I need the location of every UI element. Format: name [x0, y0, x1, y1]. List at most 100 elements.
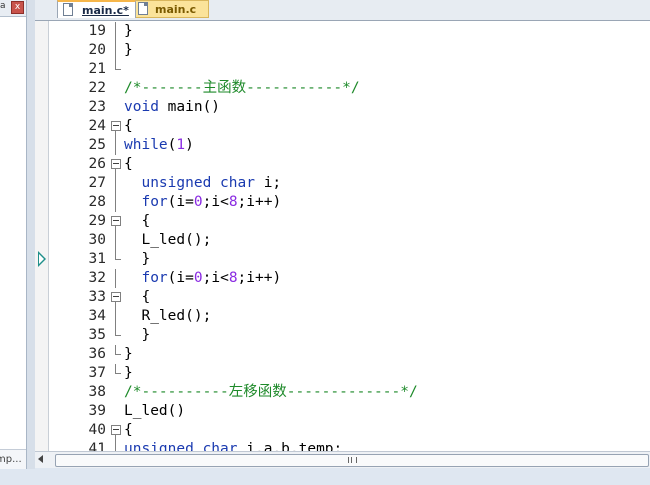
- code-line[interactable]: 32 for(i=0;i<8;i++): [49, 269, 649, 288]
- fold-margin: [111, 22, 121, 41]
- number-token: 0: [193, 194, 203, 210]
- code-line[interactable]: 23 void main(): [49, 98, 649, 117]
- tab-main-c[interactable]: main.c: [132, 0, 209, 18]
- fold-toggle-icon[interactable]: [111, 159, 121, 169]
- code-line[interactable]: 19}: [49, 22, 649, 41]
- fold-toggle-icon[interactable]: [111, 292, 121, 302]
- scrollbar-thumb[interactable]: [55, 454, 649, 467]
- code-line[interactable]: 29 {: [49, 212, 649, 231]
- fold-margin: [111, 98, 121, 117]
- code-editor[interactable]: 19} 20} 21 22/*-------主函数-----------*/23 voi…: [35, 21, 650, 451]
- keyword-token: for: [141, 270, 168, 286]
- code-line[interactable]: 22 /*-------主函数-----------*/: [49, 79, 649, 98]
- line-number: 30: [88, 232, 106, 248]
- code-text: L_led(): [124, 402, 185, 421]
- code-token: i;: [254, 175, 282, 191]
- code-line[interactable]: 38 /*----------左移函数-------------*/: [49, 383, 649, 402]
- code-line[interactable]: 25 while(1): [49, 136, 649, 155]
- code-token: L_led(): [124, 403, 186, 419]
- keyword-token: while: [124, 137, 168, 153]
- fold-margin[interactable]: [111, 212, 121, 231]
- code-token: {: [124, 422, 133, 438]
- code-line[interactable]: 40 {: [49, 421, 649, 440]
- line-number: 33: [88, 289, 106, 305]
- line-number: 20: [88, 42, 106, 58]
- scroll-grip-icon: [348, 457, 357, 463]
- code-line[interactable]: 33 {: [49, 288, 649, 307]
- project-panel-tab[interactable]: mp...: [0, 449, 26, 470]
- code-line[interactable]: 26 {: [49, 155, 649, 174]
- line-number: 27: [88, 175, 106, 191]
- line-number: 38: [88, 384, 106, 400]
- fold-toggle-icon[interactable]: [111, 121, 121, 131]
- fold-toggle-icon[interactable]: [111, 425, 121, 435]
- fold-margin: [111, 60, 121, 79]
- fold-margin: [111, 383, 121, 402]
- tab-main-c-modified[interactable]: main.c*: [57, 0, 136, 18]
- fold-margin: [111, 193, 121, 212]
- comment-token: /*----------左移函数-------------*/: [124, 384, 418, 400]
- fold-margin[interactable]: [111, 288, 121, 307]
- fold-margin: [111, 307, 121, 326]
- code-line[interactable]: 34 R_led();: [49, 307, 649, 326]
- line-number: 31: [88, 251, 106, 267]
- code-line[interactable]: 41 unsigned char i,a,b,temp;: [49, 440, 649, 451]
- code-line[interactable]: 35 }: [49, 326, 649, 345]
- code-token: L_led();: [124, 232, 212, 248]
- code-line[interactable]: 27 unsigned char i;: [49, 174, 649, 193]
- code-line[interactable]: 21: [49, 60, 649, 79]
- code-token: }: [124, 42, 133, 58]
- line-number: 23: [88, 99, 106, 115]
- code-token: ;i<: [202, 270, 229, 286]
- code-text: L_led();: [124, 231, 211, 250]
- line-number: 24: [88, 118, 106, 134]
- fold-margin[interactable]: [111, 421, 121, 440]
- code-token: R_led();: [124, 308, 212, 324]
- code-line[interactable]: 36}: [49, 345, 649, 364]
- project-panel-header: a x: [0, 0, 26, 17]
- file-icon: [63, 3, 73, 16]
- line-number: 19: [88, 23, 106, 39]
- code-token: ;i<: [202, 194, 229, 210]
- panel-splitter[interactable]: [27, 0, 35, 470]
- fold-margin[interactable]: [111, 155, 121, 174]
- code-text: while(1): [124, 136, 194, 155]
- code-token: (i=: [167, 194, 194, 210]
- code-token: main(): [158, 99, 221, 115]
- code-token: {: [124, 118, 133, 134]
- code-text: void main(): [124, 98, 220, 117]
- code-line[interactable]: 37}: [49, 364, 649, 383]
- scroll-left-arrow-icon[interactable]: [38, 455, 43, 463]
- project-panel: a x mp...: [0, 0, 27, 470]
- line-number: 37: [88, 365, 106, 381]
- keyword-token: void: [124, 99, 159, 115]
- code-text: for(i=0;i<8;i++): [124, 193, 281, 212]
- code-token: }: [124, 346, 133, 362]
- breakpoint-gutter[interactable]: [35, 21, 49, 451]
- code-line[interactable]: 20}: [49, 41, 649, 60]
- code-token: (i=: [167, 270, 194, 286]
- code-line[interactable]: 24 {: [49, 117, 649, 136]
- fold-margin: [111, 364, 121, 383]
- fold-margin[interactable]: [111, 117, 121, 136]
- fold-toggle-icon[interactable]: [111, 216, 121, 226]
- code-line[interactable]: 30 L_led();: [49, 231, 649, 250]
- code-text: {: [124, 155, 133, 174]
- code-line[interactable]: 28 for(i=0;i<8;i++): [49, 193, 649, 212]
- keyword-token: for: [141, 194, 168, 210]
- code-text: /*----------左移函数-------------*/: [124, 383, 418, 402]
- fold-margin: [111, 345, 121, 364]
- fold-margin: [111, 231, 121, 250]
- code-line[interactable]: 39 L_led(): [49, 402, 649, 421]
- line-number: 41: [88, 441, 106, 451]
- close-icon[interactable]: x: [11, 1, 24, 14]
- horizontal-scrollbar[interactable]: [35, 451, 650, 468]
- fold-margin: [111, 440, 121, 451]
- line-number: 32: [88, 270, 106, 286]
- code-text: }: [124, 326, 150, 345]
- file-icon: [138, 2, 148, 15]
- number-token: 8: [228, 270, 238, 286]
- code-line[interactable]: 31 }: [49, 250, 649, 269]
